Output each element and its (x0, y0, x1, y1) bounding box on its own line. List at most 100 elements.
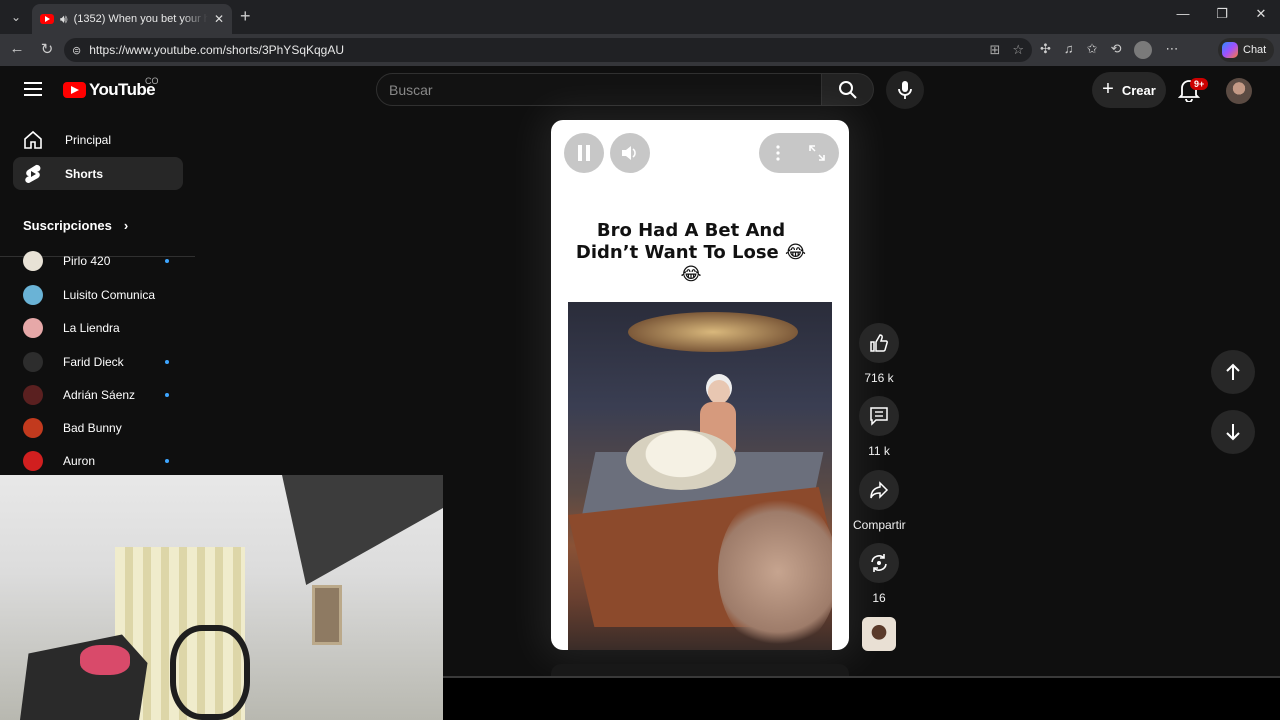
site-info-icon[interactable]: ⊜ (72, 44, 81, 57)
plus-icon: + (1102, 77, 1114, 100)
channel-avatar (23, 251, 43, 271)
subscription-item[interactable]: Luisito Comunica (23, 282, 173, 308)
copilot-icon (1222, 42, 1238, 58)
media-control-icon[interactable]: ♫ (1064, 41, 1074, 59)
channel-name: Luisito Comunica (63, 288, 156, 302)
channel-avatar (23, 418, 43, 438)
reload-icon[interactable]: ↻ (36, 40, 58, 58)
speaker-icon[interactable]: 🔊︎ (60, 12, 68, 27)
short-caption: Bro Had A Bet And Didn’t Want To Lose 😂😂 (575, 220, 807, 285)
arrow-up-icon (1226, 363, 1240, 380)
address-bar[interactable]: ⊜ https://www.youtube.com/shorts/3PhYSqK… (64, 38, 1032, 62)
pause-button[interactable] (564, 133, 604, 173)
browser-tab[interactable]: 🔊︎ (1352) When you bet your house ✕ (32, 4, 232, 34)
like-action[interactable]: 716 k (853, 323, 905, 385)
app-available-icon[interactable]: ⊞ (989, 42, 1000, 58)
pink-object-shape (80, 645, 130, 675)
new-tab-plus-icon[interactable]: + (240, 6, 251, 27)
sidebar-item-shorts[interactable]: Shorts (13, 157, 183, 190)
close-tab-icon[interactable]: ✕ (214, 12, 224, 26)
back-arrow-icon[interactable]: ← (6, 40, 28, 57)
profile-avatar[interactable] (1134, 41, 1153, 59)
favorite-star-icon[interactable]: ☆ (1012, 42, 1024, 58)
remix-icon (871, 554, 887, 572)
masthead: YouTube CO Buscar + Crear 9+ (0, 66, 1280, 114)
comment-action[interactable]: 11 k (853, 396, 905, 458)
sound-channel-thumbnail[interactable] (862, 617, 896, 651)
extensions-puzzle-icon[interactable]: ✣ (1040, 41, 1051, 59)
create-label: Crear (1121, 82, 1156, 98)
search-input[interactable]: Buscar (376, 73, 822, 106)
blurred-hand-shape (718, 492, 832, 650)
like-button[interactable] (859, 323, 899, 363)
new-content-dot (165, 360, 169, 364)
previous-short-button[interactable] (1211, 350, 1255, 394)
share-action[interactable]: Compartir (853, 470, 906, 532)
restore-icon[interactable]: ❐ (1207, 6, 1237, 22)
remix-action[interactable]: 16 (853, 543, 905, 605)
sidebar-item-principal[interactable]: Principal (13, 123, 183, 156)
channel-avatar (23, 451, 43, 471)
copilot-chat-button[interactable]: Chat (1218, 38, 1274, 62)
lamp-shape (628, 312, 798, 352)
arrow-down-icon (1226, 424, 1240, 441)
subscription-item[interactable]: Auron (23, 448, 173, 474)
search-button[interactable] (822, 73, 874, 106)
like-count: 716 k (864, 371, 894, 385)
home-icon (24, 130, 42, 149)
channel-name: Farid Dieck (63, 355, 124, 369)
microphone-icon (898, 81, 912, 99)
comment-count: 11 k (868, 444, 890, 458)
close-window-icon[interactable]: ✕ (1246, 6, 1276, 22)
fullscreen-icon[interactable] (809, 145, 825, 161)
share-button[interactable] (859, 470, 899, 510)
account-avatar[interactable] (1226, 78, 1252, 104)
menu-hamburger-icon[interactable] (24, 82, 42, 96)
comment-icon (870, 407, 888, 426)
pause-icon (578, 145, 590, 161)
bicycle-shape (170, 625, 250, 720)
channel-avatar (23, 385, 43, 405)
share-arrow-icon (870, 481, 889, 499)
subscription-item[interactable]: Pirlo 420 (23, 248, 173, 274)
url-text[interactable]: https://www.youtube.com/shorts/3PhYSqKqg… (89, 43, 344, 57)
channel-name: Adrián Sáenz (63, 388, 136, 402)
comment-button[interactable] (859, 396, 899, 436)
shorts-player[interactable]: Bro Had A Bet And Didn’t Want To Lose 😂😂 (551, 120, 849, 650)
shorts-icon (25, 164, 41, 183)
browser-tab-strip: ⌄ 🔊︎ (1352) When you bet your house ✕ + … (0, 0, 1280, 34)
volume-button[interactable] (610, 133, 650, 173)
subscription-item[interactable]: Bad Bunny (23, 415, 173, 441)
video-frame[interactable] (568, 302, 832, 650)
sidebar-item-label: Shorts (65, 166, 104, 181)
subscription-item[interactable]: Farid Dieck (23, 349, 173, 375)
volume-icon (622, 146, 636, 160)
subscription-item[interactable]: Adrián Sáenz (23, 382, 173, 408)
remix-count: 16 (872, 591, 886, 605)
create-button[interactable]: + Crear (1092, 72, 1166, 108)
tab-actions-chevron-icon[interactable]: ⌄ (6, 7, 26, 27)
player-controls-pill (759, 133, 839, 173)
next-short-button[interactable] (1211, 410, 1255, 454)
new-content-dot (165, 393, 169, 397)
more-options-icon[interactable] (775, 145, 781, 161)
minimize-icon[interactable]: — (1168, 6, 1198, 21)
new-content-dot (165, 459, 169, 463)
country-code: CO (145, 76, 159, 86)
subscriptions-heading[interactable]: Suscripciones › (23, 218, 128, 233)
voice-search-button[interactable] (886, 71, 924, 109)
hat-shape (626, 430, 736, 490)
youtube-logo[interactable]: YouTube (63, 80, 156, 100)
remix-button[interactable] (859, 543, 899, 583)
webcam-overlay (0, 475, 443, 720)
channel-avatar (23, 352, 43, 372)
youtube-favicon-icon (40, 14, 54, 24)
channel-name: Auron (63, 454, 96, 468)
channel-avatar (23, 318, 43, 338)
more-menu-icon[interactable]: ⋯ (1165, 41, 1178, 59)
history-icon[interactable]: ⟲ (1111, 41, 1122, 59)
subscription-item[interactable]: La Liendra (23, 315, 173, 341)
share-label: Compartir (853, 518, 906, 532)
favorites-icon[interactable]: ✩ (1087, 41, 1098, 59)
new-content-dot (165, 259, 169, 263)
